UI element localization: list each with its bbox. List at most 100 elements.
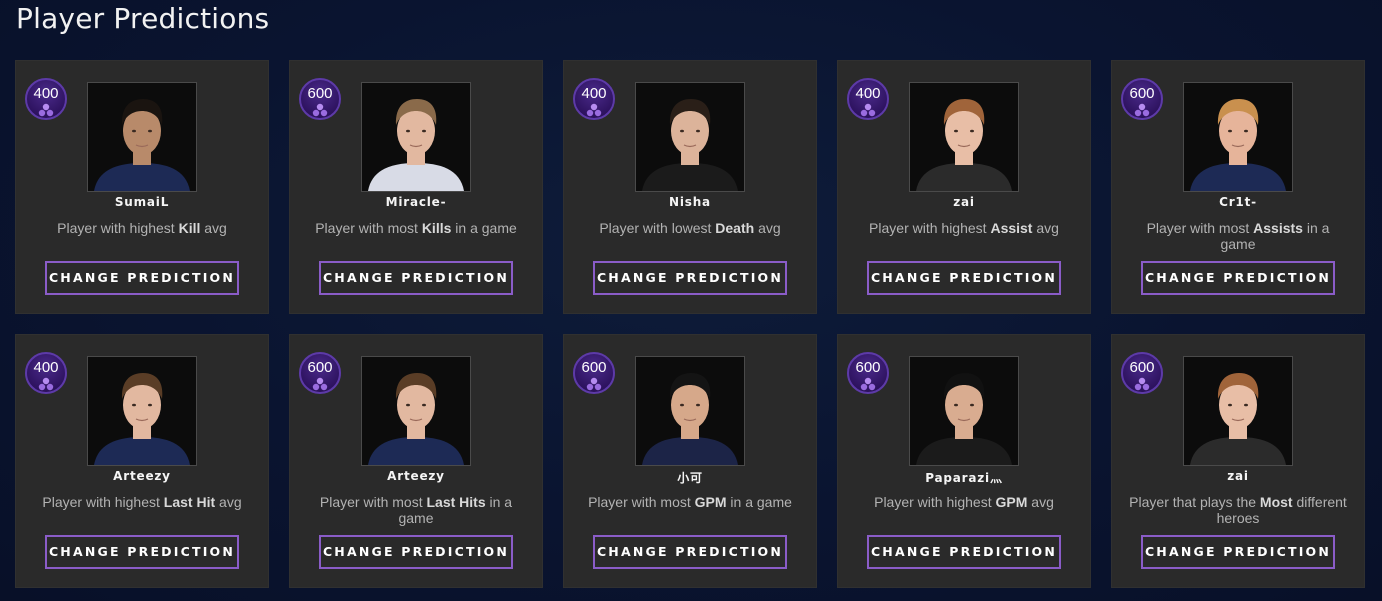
- prediction-description: Player with highest GPM avg: [855, 494, 1073, 510]
- description-suffix: avg: [1027, 494, 1054, 510]
- points-badge: 400: [847, 78, 889, 120]
- points-badge: 400: [25, 78, 67, 120]
- prediction-description: Player with highest Kill avg: [33, 220, 251, 236]
- shards-icon: [1134, 103, 1150, 117]
- player-name: SumaiL: [114, 195, 170, 209]
- prediction-description: Player with lowest Death avg: [581, 220, 799, 236]
- points-value: 400: [33, 85, 59, 102]
- shards-icon: [38, 377, 54, 391]
- points-badge: 400: [25, 352, 67, 394]
- description-text: Player with highest: [869, 220, 991, 236]
- player-photo: [1184, 83, 1292, 191]
- description-stat: GPM: [995, 494, 1028, 510]
- description-suffix: in a game: [726, 494, 792, 510]
- description-stat: GPM: [694, 494, 727, 510]
- player-photo: [88, 357, 196, 465]
- prediction-card-5: 600 Cr1t- Player with most Assists in a …: [1111, 60, 1365, 314]
- player-portrait: [635, 356, 745, 466]
- description-text: Player that plays the: [1129, 494, 1260, 510]
- player-photo: [1184, 357, 1292, 465]
- description-stat: Death: [715, 220, 755, 236]
- description-stat: Kills: [421, 220, 452, 236]
- player-portrait: [909, 82, 1019, 192]
- points-badge: 600: [1121, 78, 1163, 120]
- prediction-description: Player with most Last Hits in a game: [307, 494, 525, 526]
- change-prediction-button[interactable]: CHANGE PREDICTION: [593, 261, 787, 295]
- shards-icon: [860, 103, 876, 117]
- points-value: 400: [33, 359, 59, 376]
- description-stat: Assist: [990, 220, 1033, 236]
- change-prediction-button[interactable]: CHANGE PREDICTION: [867, 261, 1061, 295]
- player-name: zai: [953, 195, 975, 209]
- player-name: Arteezy: [113, 469, 171, 483]
- description-suffix: avg: [754, 220, 781, 236]
- prediction-description: Player with highest Assist avg: [855, 220, 1073, 236]
- player-name: Miracle-: [385, 195, 447, 209]
- prediction-card-6: 400 Arteezy Player with highest Last Hit…: [15, 334, 269, 588]
- player-portrait: [87, 356, 197, 466]
- points-value: 600: [855, 359, 881, 376]
- change-prediction-button[interactable]: CHANGE PREDICTION: [45, 535, 239, 569]
- description-text: Player with highest: [874, 494, 996, 510]
- change-prediction-button[interactable]: CHANGE PREDICTION: [593, 535, 787, 569]
- shards-icon: [312, 377, 328, 391]
- description-stat: Last Hit: [163, 494, 216, 510]
- description-suffix: in a game: [451, 220, 517, 236]
- player-photo: [88, 83, 196, 191]
- description-text: Player with most: [1146, 220, 1254, 236]
- player-photo: [910, 83, 1018, 191]
- description-text: Player with lowest: [599, 220, 716, 236]
- change-prediction-button[interactable]: CHANGE PREDICTION: [1141, 535, 1335, 569]
- player-photo: [362, 83, 470, 191]
- prediction-description: Player with most Assists in a game: [1129, 220, 1347, 252]
- shards-icon: [38, 103, 54, 117]
- points-value: 400: [855, 85, 881, 102]
- prediction-description: Player with most GPM in a game: [581, 494, 799, 510]
- prediction-card-9: 600 Paparazi灬 Player with highest GPM av…: [837, 334, 1091, 588]
- change-prediction-button[interactable]: CHANGE PREDICTION: [1141, 261, 1335, 295]
- shards-icon: [586, 103, 602, 117]
- player-portrait: [1183, 82, 1293, 192]
- description-suffix: avg: [200, 220, 227, 236]
- description-stat: Assists: [1253, 220, 1303, 236]
- points-value: 600: [307, 85, 333, 102]
- player-portrait: [909, 356, 1019, 466]
- points-value: 400: [581, 85, 607, 102]
- player-portrait: [361, 356, 471, 466]
- description-text: Player with most: [319, 494, 427, 510]
- change-prediction-button[interactable]: CHANGE PREDICTION: [319, 261, 513, 295]
- description-text: Player with most: [315, 220, 422, 236]
- player-name: 小可: [677, 471, 703, 485]
- description-suffix: avg: [215, 494, 242, 510]
- points-value: 600: [581, 359, 607, 376]
- player-portrait: [361, 82, 471, 192]
- prediction-card-7: 600 Arteezy Player with most Last Hits i…: [289, 334, 543, 588]
- description-suffix: avg: [1032, 220, 1059, 236]
- prediction-card-1: 400 SumaiL Player with highest Kill avg …: [15, 60, 269, 314]
- change-prediction-button[interactable]: CHANGE PREDICTION: [867, 535, 1061, 569]
- points-value: 600: [307, 359, 333, 376]
- points-badge: 600: [1121, 352, 1163, 394]
- shards-icon: [586, 377, 602, 391]
- prediction-card-10: 600 zai Player that plays the Most diffe…: [1111, 334, 1365, 588]
- prediction-description: Player with most Kills in a game: [307, 220, 525, 236]
- shards-icon: [312, 103, 328, 117]
- points-value: 600: [1129, 85, 1155, 102]
- player-name: Paparazi灬: [925, 471, 1003, 485]
- description-text: Player with most: [588, 494, 695, 510]
- player-portrait: [1183, 356, 1293, 466]
- change-prediction-button[interactable]: CHANGE PREDICTION: [45, 261, 239, 295]
- shards-icon: [1134, 377, 1150, 391]
- player-photo: [636, 357, 744, 465]
- description-text: Player with highest: [42, 494, 164, 510]
- player-name: Cr1t-: [1219, 195, 1257, 209]
- description-text: Player with highest: [57, 220, 179, 236]
- points-badge: 600: [573, 352, 615, 394]
- player-portrait: [87, 82, 197, 192]
- points-value: 600: [1129, 359, 1155, 376]
- change-prediction-button[interactable]: CHANGE PREDICTION: [319, 535, 513, 569]
- player-name: zai: [1227, 469, 1249, 483]
- prediction-card-3: 400 Nisha Player with lowest Death avg C…: [563, 60, 817, 314]
- description-stat: Last Hits: [426, 494, 486, 510]
- prediction-card-8: 600 小可 Player with most GPM in a game CH…: [563, 334, 817, 588]
